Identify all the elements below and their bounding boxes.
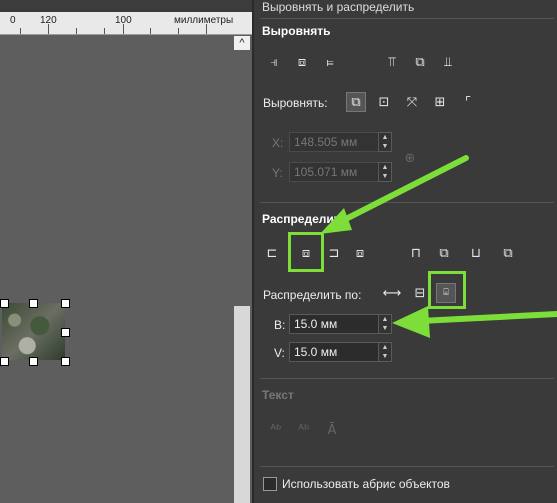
annotation-arrows <box>320 155 557 338</box>
